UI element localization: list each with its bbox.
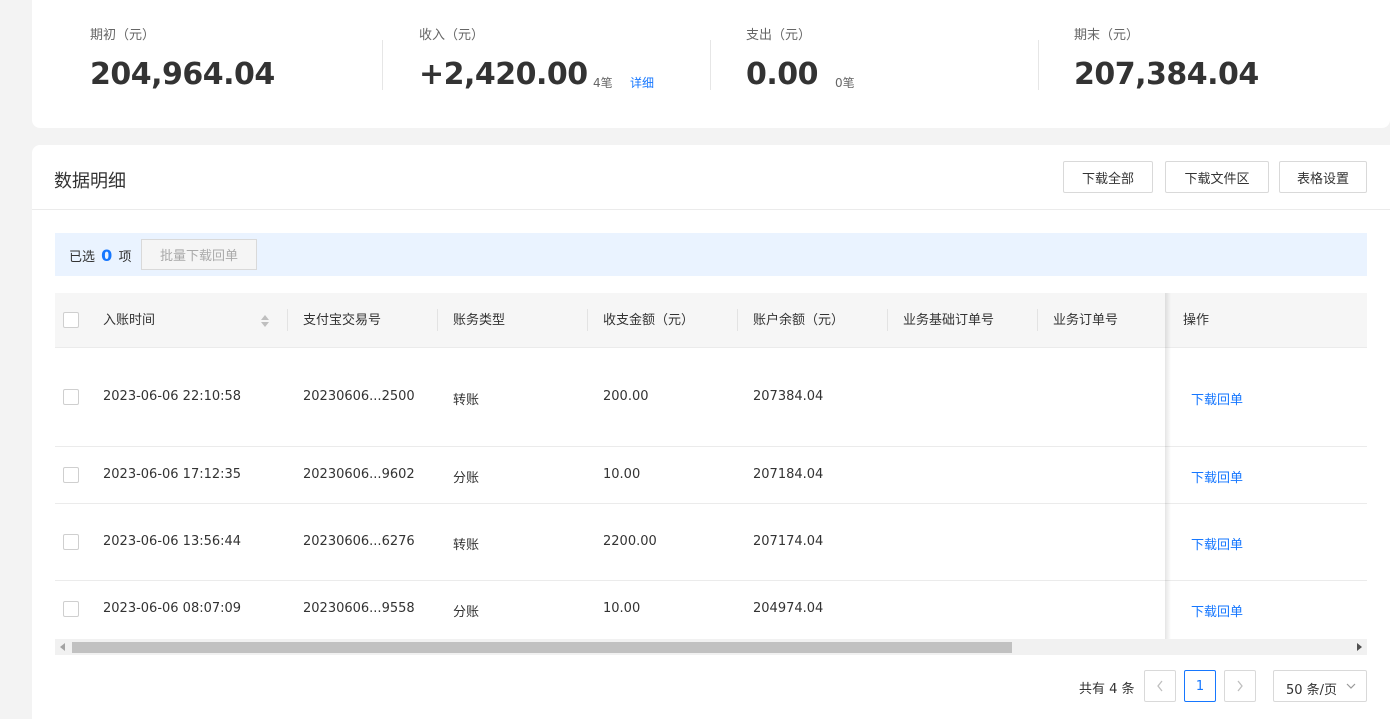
stat-income-value: +2,420.00 (419, 57, 588, 92)
chevron-left-icon (1157, 680, 1163, 692)
selection-summary: 已选 0 项 (69, 246, 131, 265)
cell-time: 2023-06-06 17:12:35 (103, 467, 242, 482)
cell-type: 转账 (453, 393, 480, 408)
stat-closing-value: 207,384.04 (1074, 57, 1259, 92)
cell-type: 分账 (453, 471, 480, 486)
fixed-column-shadow (1165, 293, 1171, 639)
column-separator (1037, 309, 1038, 331)
header-divider (32, 209, 1390, 210)
cell-trade-no: 20230606...2500 (303, 389, 415, 404)
cell-amount: 10.00 (603, 467, 641, 482)
column-header-action: 操作 (1183, 313, 1210, 328)
stat-expense: 支出（元） 0.00 0笔 (746, 28, 855, 92)
table-settings-button[interactable]: 表格设置 (1279, 161, 1367, 193)
column-separator (587, 309, 588, 331)
income-detail-link[interactable]: 详细 (630, 74, 654, 91)
column-separator (887, 309, 888, 331)
stat-closing-label: 期末（元） (1074, 28, 1140, 43)
stat-expense-count: 0笔 (835, 76, 855, 90)
cell-amount: 200.00 (603, 389, 649, 404)
scrollbar-thumb[interactable] (72, 642, 1012, 653)
stat-opening: 期初（元） 204,964.04 (90, 28, 275, 92)
column-header-balance: 账户余额（元） (753, 313, 845, 328)
download-receipt-link[interactable]: 下载回单 (1191, 601, 1243, 620)
select-all-checkbox[interactable] (63, 312, 79, 328)
cell-type: 转账 (453, 538, 480, 553)
page-size-value: 50 条/页 (1286, 683, 1338, 698)
column-separator (287, 309, 288, 331)
chevron-right-icon (1237, 680, 1243, 692)
pagination-total: 共有 4 条 (1079, 682, 1135, 697)
cell-balance: 207174.04 (753, 534, 824, 549)
page-size-select[interactable]: 50 条/页 (1273, 670, 1367, 702)
stat-divider (1038, 40, 1039, 90)
download-receipt-link[interactable]: 下载回单 (1191, 534, 1243, 553)
row-checkbox[interactable] (63, 389, 79, 405)
cell-time: 2023-06-06 08:07:09 (103, 601, 242, 616)
cell-balance: 204974.04 (753, 601, 824, 616)
stat-divider (382, 40, 383, 90)
cell-trade-no: 20230606...9602 (303, 467, 415, 482)
summary-card: 期初（元） 204,964.04 收入（元） +2,420.00 4笔 详细 支… (32, 0, 1390, 128)
download-all-button[interactable]: 下载全部 (1063, 161, 1153, 193)
download-receipt-link[interactable]: 下载回单 (1191, 467, 1243, 486)
selection-count: 0 (101, 246, 113, 265)
section-title: 数据明细 (54, 171, 126, 192)
stat-opening-value: 204,964.04 (90, 57, 275, 92)
cell-balance: 207184.04 (753, 467, 824, 482)
selection-suffix: 项 (118, 250, 132, 265)
stat-income-label: 收入（元） (419, 28, 485, 43)
row-checkbox[interactable] (63, 467, 79, 483)
stat-expense-label: 支出（元） (746, 28, 812, 43)
prev-page-button[interactable] (1144, 670, 1176, 702)
row-checkbox[interactable] (63, 601, 79, 617)
batch-download-receipt-button[interactable]: 批量下载回单 (141, 239, 257, 270)
stat-expense-value: 0.00 (746, 57, 819, 92)
row-checkbox[interactable] (63, 534, 79, 550)
sort-icon[interactable] (260, 314, 270, 328)
column-header-amount: 收支金额（元） (603, 313, 695, 328)
scroll-right-icon[interactable] (1357, 643, 1362, 651)
selection-bar: 已选 0 项 批量下载回单 (55, 233, 1367, 276)
scroll-left-icon[interactable] (60, 643, 65, 651)
stat-income: 收入（元） +2,420.00 4笔 详细 (419, 28, 654, 92)
chevron-down-icon (1346, 683, 1356, 689)
download-file-area-button[interactable]: 下载文件区 (1165, 161, 1269, 193)
download-receipt-link[interactable]: 下载回单 (1191, 389, 1243, 408)
cell-balance: 207384.04 (753, 389, 824, 404)
column-header-trade-no: 支付宝交易号 (303, 313, 382, 328)
transaction-table: 入账时间 支付宝交易号 账务类型 收支金额（元） 账户余额（元） 业务基础订单号… (55, 293, 1367, 639)
horizontal-scrollbar[interactable] (55, 639, 1367, 655)
column-separator (437, 309, 438, 331)
stat-divider (710, 40, 711, 90)
column-separator (737, 309, 738, 331)
stat-income-count: 4笔 (593, 76, 613, 90)
column-header-type: 账务类型 (453, 313, 506, 328)
column-header-order: 业务订单号 (1053, 313, 1119, 328)
page-button-current[interactable]: 1 (1184, 670, 1216, 702)
next-page-button[interactable] (1224, 670, 1256, 702)
cell-trade-no: 20230606...9558 (303, 601, 415, 616)
selection-prefix: 已选 (69, 250, 96, 265)
cell-type: 分账 (453, 605, 480, 620)
cell-amount: 10.00 (603, 601, 641, 616)
stat-closing: 期末（元） 207,384.04 (1074, 28, 1259, 92)
cell-amount: 2200.00 (603, 534, 657, 549)
column-header-time[interactable]: 入账时间 (103, 293, 155, 348)
stat-opening-label: 期初（元） (90, 28, 156, 43)
cell-time: 2023-06-06 13:56:44 (103, 534, 242, 549)
data-detail-card: 数据明细 下载全部 下载文件区 表格设置 已选 0 项 批量下载回单 入账时间 … (32, 145, 1390, 719)
column-header-base-order: 业务基础订单号 (903, 313, 995, 328)
cell-time: 2023-06-06 22:10:58 (103, 389, 242, 404)
cell-trade-no: 20230606...6276 (303, 534, 415, 549)
